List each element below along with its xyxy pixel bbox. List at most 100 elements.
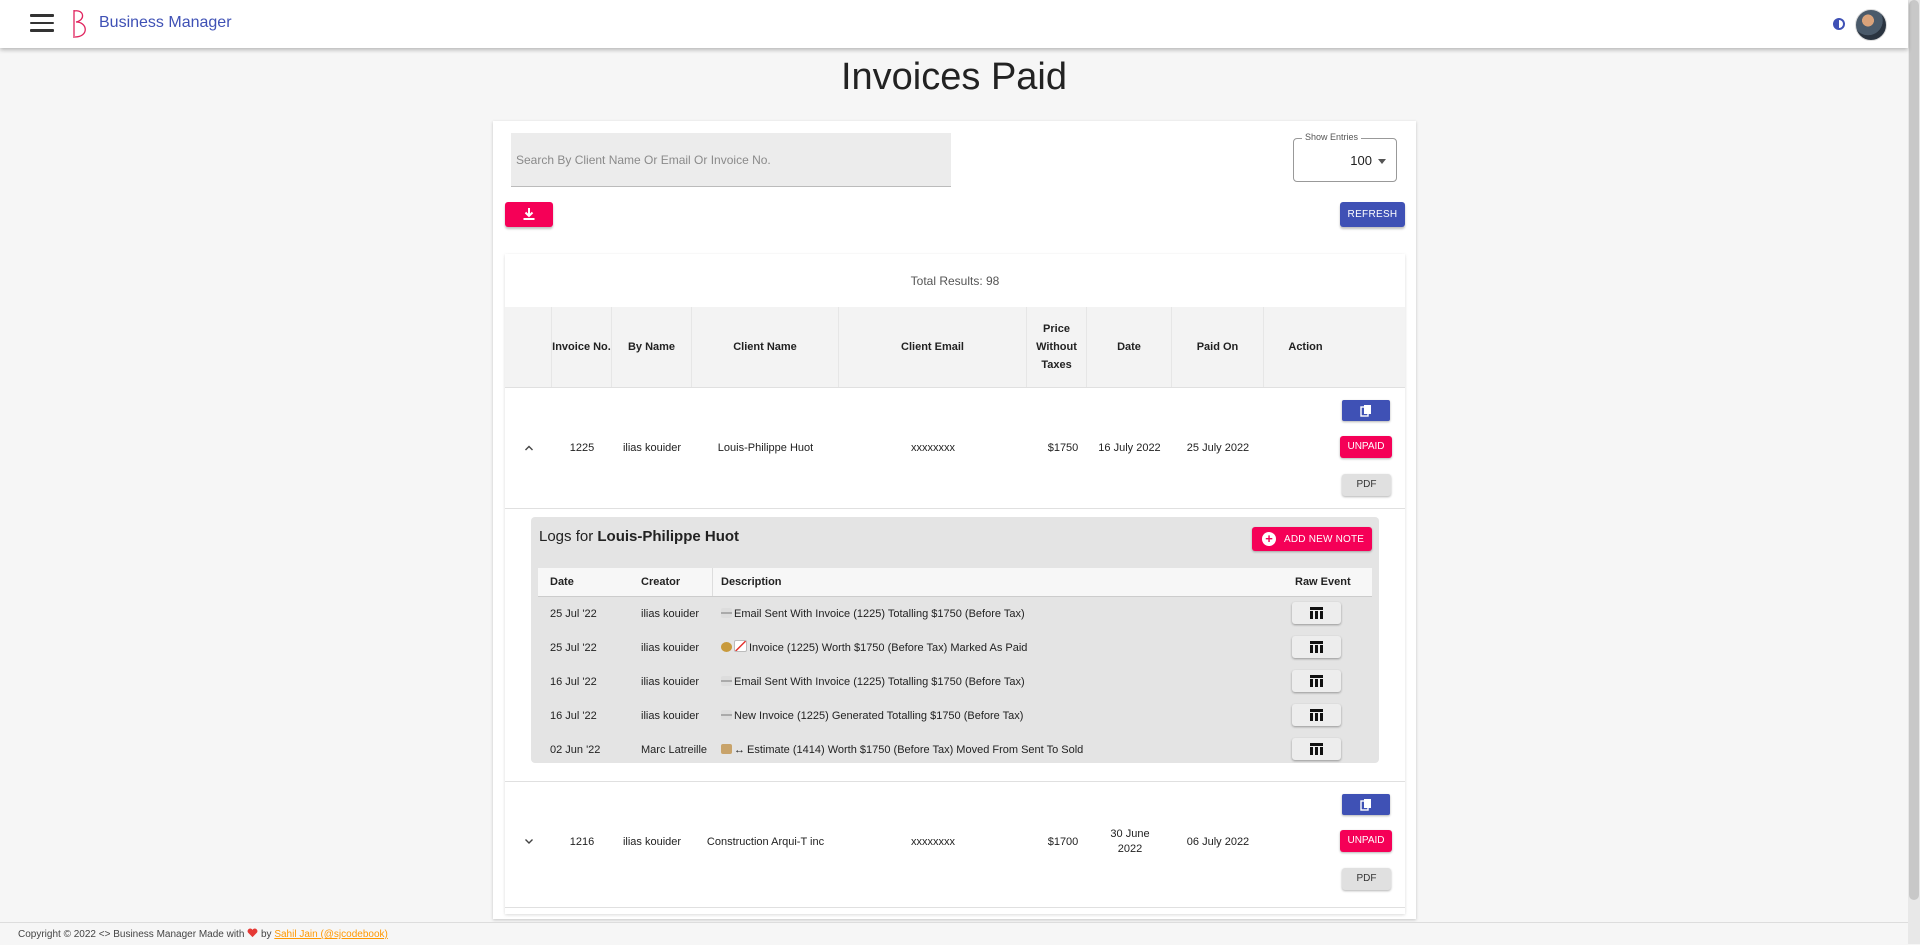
log-row: 25 Jul '22 ilias kouider Email Sent With… (538, 597, 1372, 632)
logs-table-header: Date Creator Description Raw Event (538, 568, 1372, 597)
logs-panel: Logs for Louis-Philippe Huot + ADD NEW N… (531, 517, 1379, 763)
table-header: Invoice No. By Name Client Name Client E… (505, 307, 1405, 388)
chart-up-icon (734, 640, 747, 652)
add-circle-icon: + (1262, 532, 1276, 546)
cell-date: 16 July 2022 (1098, 441, 1161, 454)
download-icon (523, 208, 535, 220)
header-expand (505, 307, 552, 387)
header-date: Date (1087, 307, 1172, 387)
log-description-text: New Invoice (1225) Generated Totalling $… (734, 710, 1024, 722)
log-date: 25 Jul '22 (550, 642, 597, 654)
pdf-button[interactable]: PDF (1342, 474, 1391, 496)
left-right-arrow-icon: ↔ (734, 744, 745, 756)
log-creator: ilias kouider (641, 710, 700, 722)
email-icon (721, 676, 732, 686)
copy-button[interactable] (1342, 794, 1390, 815)
log-description-text: Invoice (1225) Worth $1750 (Before Tax) … (749, 642, 1028, 654)
log-description: Email Sent With Invoice (1225) Totalling… (721, 665, 1025, 699)
footer-copyright: Copyright © 2022 (18, 929, 96, 940)
chevron-up-icon[interactable] (524, 443, 534, 453)
logs-header-raw-event: Raw Event (1295, 576, 1351, 588)
header-price: Price Without Taxes (1027, 307, 1087, 387)
table-icon (1310, 607, 1323, 619)
search-field[interactable] (511, 133, 951, 187)
invoices-card: Show Entries 100 REFRESH Total Results: … (493, 121, 1416, 919)
log-creator: ilias kouider (641, 676, 700, 688)
page-title: Invoices Paid (840, 56, 1067, 98)
log-description: Invoice (1225) Worth $1750 (Before Tax) … (721, 631, 1027, 665)
refresh-button[interactable]: REFRESH (1340, 202, 1405, 227)
log-description-text: Email Sent With Invoice (1225) Totalling… (734, 608, 1025, 620)
logs-title: Logs for Louis-Philippe Huot (539, 528, 739, 545)
log-description: Email Sent With Invoice (1225) Totalling… (721, 597, 1025, 631)
header-action: Action (1288, 341, 1323, 353)
logs-client-name: Louis-Philippe Huot (597, 528, 740, 545)
table-row: 1216 ilias kouider Construction Arqui-T … (505, 781, 1405, 908)
add-new-note-label: ADD NEW NOTE (1284, 534, 1365, 545)
invoices-table: Total Results: 98 Invoice No. By Name Cl… (505, 254, 1405, 914)
header-invoice-no: Invoice No. (552, 307, 612, 387)
copy-icon (1360, 405, 1371, 417)
log-description: New Invoice (1225) Generated Totalling $… (721, 699, 1023, 733)
log-description-text: Email Sent With Invoice (1225) Totalling… (734, 676, 1025, 688)
app-brand[interactable]: Business Manager (99, 14, 232, 32)
log-creator: Marc Latreille (641, 744, 708, 756)
show-entries-value: 100 (1350, 153, 1372, 168)
log-creator: ilias kouider (641, 642, 700, 654)
table-icon (1310, 709, 1323, 721)
author-link[interactable]: Sahil Jain (@sjcodebook) (274, 929, 388, 940)
logs-header-description: Description (712, 568, 782, 596)
raw-event-button[interactable] (1292, 738, 1341, 760)
avatar[interactable] (1855, 9, 1887, 41)
footer-made-with: Business Manager Made with (113, 929, 245, 940)
raw-event-button[interactable] (1292, 704, 1341, 726)
chevron-down-icon[interactable] (524, 836, 534, 846)
header-client-name: Client Name (692, 307, 839, 387)
log-description: ↔ Estimate (1414) Worth $1750 (Before Tax… (721, 733, 1083, 763)
cell-invoice-no: 1225 (569, 441, 595, 454)
unpaid-button[interactable]: UNPAID (1340, 436, 1392, 458)
log-row: 02 Jun '22 Marc Latreille ↔ Estimate (141… (538, 733, 1372, 763)
scrollbar-thumb[interactable] (1909, 0, 1919, 900)
caret-down-icon (1378, 159, 1386, 164)
footer: Copyright © 2022 <> Business Manager Mad… (0, 922, 1908, 945)
scrollbar[interactable] (1908, 0, 1920, 944)
raw-event-button[interactable] (1292, 670, 1341, 692)
theme-toggle-icon[interactable] (1832, 17, 1846, 31)
log-creator: ilias kouider (641, 608, 700, 620)
menu-icon[interactable] (30, 14, 54, 32)
log-date: 25 Jul '22 (550, 608, 597, 620)
logs-title-prefix: Logs for (539, 528, 594, 545)
pdf-button[interactable]: PDF (1342, 868, 1391, 890)
cell-by-name: ilias kouider (622, 441, 682, 454)
copy-button[interactable] (1342, 400, 1390, 421)
header-client-email: Client Email (839, 307, 1027, 387)
cell-client-email: xxxxxxxx (911, 835, 955, 848)
add-new-note-button[interactable]: + ADD NEW NOTE (1252, 527, 1372, 551)
log-description-text: Estimate (1414) Worth $1750 (Before Tax)… (747, 744, 1084, 756)
raw-event-button[interactable] (1292, 602, 1341, 624)
email-icon (721, 710, 732, 720)
heart-icon (247, 928, 258, 938)
header-by-name: By Name (612, 307, 692, 387)
cell-price: $1700 (1047, 835, 1079, 848)
money-bag-icon (721, 642, 732, 652)
download-button[interactable] (505, 202, 553, 227)
header-paid-on: Paid On (1172, 307, 1264, 387)
log-date: 02 Jun '22 (550, 744, 601, 756)
search-input[interactable] (511, 133, 938, 187)
log-row: 25 Jul '22 ilias kouider Invoice (1225) … (538, 631, 1372, 666)
cell-paid-on: 25 July 2022 (1186, 441, 1250, 454)
cell-client-email: xxxxxxxx (911, 441, 955, 454)
total-results: Total Results: 98 (910, 274, 1000, 288)
raw-event-button[interactable] (1292, 636, 1341, 658)
unpaid-button[interactable]: UNPAID (1340, 830, 1392, 852)
show-entries-select[interactable]: Show Entries 100 (1293, 132, 1397, 182)
app-bar: Business Manager (0, 0, 1908, 48)
table-icon (1310, 641, 1323, 653)
cell-client-name: Construction Arqui-T inc (706, 835, 825, 848)
log-date: 16 Jul '22 (550, 710, 597, 722)
log-row: 16 Jul '22 ilias kouider New Invoice (12… (538, 699, 1372, 734)
cell-invoice-no: 1216 (569, 835, 595, 848)
table-icon (1310, 675, 1323, 687)
